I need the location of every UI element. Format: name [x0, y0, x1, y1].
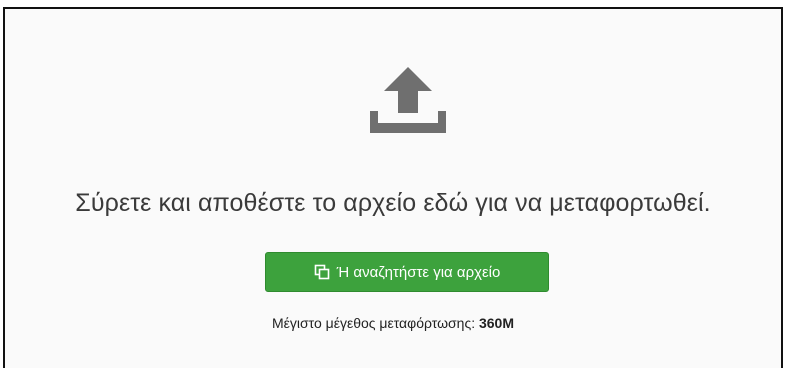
max-size-value: 360M — [478, 315, 515, 331]
drop-prompt: Σύρετε και αποθέστε το αρχείο εδώ για να… — [75, 189, 711, 217]
upload-frame: Σύρετε και αποθέστε το αρχείο εδώ για να… — [3, 7, 783, 368]
copy-icon — [314, 264, 330, 280]
file-dropzone[interactable]: Σύρετε και αποθέστε το αρχείο εδώ για να… — [7, 9, 779, 368]
upload-icon — [370, 67, 446, 133]
browse-button-label: Ή αναζητήστε για αρχείο — [336, 263, 501, 281]
browse-file-button[interactable]: Ή αναζητήστε για αρχείο — [265, 252, 549, 292]
max-upload-size: Μέγιστο μέγεθος μεταφόρτωσης: 360M — [7, 315, 779, 331]
max-size-label: Μέγιστο μέγεθος μεταφόρτωσης: — [271, 315, 476, 331]
